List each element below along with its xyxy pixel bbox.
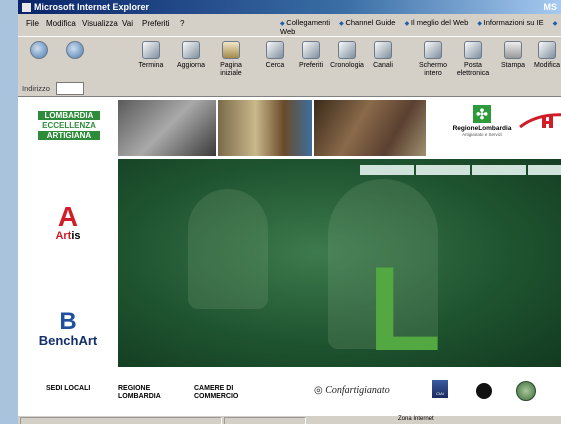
artis-logo[interactable]: A Artis bbox=[48, 201, 88, 243]
edit-icon bbox=[538, 41, 556, 59]
web-page: LOMBARDIA ECCELLENZA ARTIGIANA ✣ Regione… bbox=[18, 97, 561, 415]
favorites-icon bbox=[302, 41, 320, 59]
nav-item-3[interactable] bbox=[472, 165, 526, 175]
nav-item-2[interactable] bbox=[416, 165, 470, 175]
forward-button[interactable] bbox=[58, 41, 92, 62]
ciai-logo[interactable]: CIAI bbox=[432, 380, 448, 398]
footer: SEDI LOCALI REGIONE LOMBARDIA CAMERE DI … bbox=[18, 367, 561, 415]
links-label[interactable]: Collegamenti bbox=[280, 18, 330, 27]
rosa-camuna-icon: ✣ bbox=[473, 105, 491, 123]
nav-item-1[interactable] bbox=[360, 165, 414, 175]
home-button[interactable]: Pagina iniziale bbox=[214, 41, 248, 78]
history-button[interactable]: Cronologia bbox=[330, 41, 364, 70]
links-bar: Collegamenti Channel Guide Il meglio del… bbox=[280, 18, 561, 36]
back-button[interactable] bbox=[22, 41, 56, 62]
workshop-photo bbox=[118, 100, 216, 156]
back-arrow-icon bbox=[30, 41, 48, 59]
window-title: Microsoft Internet Explorer bbox=[34, 2, 150, 12]
menu-go[interactable]: Vai bbox=[122, 19, 133, 28]
address-label: Indirizzo bbox=[22, 84, 50, 93]
refresh-icon bbox=[182, 41, 200, 59]
footer-link-regione-lombardia[interactable]: REGIONE LOMBARDIA bbox=[118, 385, 166, 401]
red-partner-logo[interactable] bbox=[518, 111, 561, 133]
black-circle-logo[interactable] bbox=[476, 383, 492, 399]
fullscreen-button[interactable]: Schermo intero bbox=[416, 41, 450, 78]
search-button[interactable]: Cerca bbox=[258, 41, 292, 70]
mail-icon bbox=[464, 41, 482, 59]
link-channel-guide[interactable]: Channel Guide bbox=[339, 18, 395, 27]
footer-link-sedi-locali[interactable]: SEDI LOCALI bbox=[46, 385, 90, 393]
hero-banner: L bbox=[118, 159, 561, 367]
browser-window: Microsoft Internet Explorer MS File Modi… bbox=[18, 0, 561, 424]
edit-button[interactable]: Modifica bbox=[530, 41, 561, 70]
header-photo-strip bbox=[118, 97, 448, 159]
menu-favorites[interactable]: Preferiti bbox=[142, 19, 170, 28]
print-button[interactable]: Stampa bbox=[496, 41, 530, 70]
title-bar: Microsoft Internet Explorer MS bbox=[18, 0, 561, 14]
artis-mark-icon: A bbox=[57, 201, 79, 232]
hero-letter: L bbox=[368, 242, 442, 367]
regione-lombardia-logo[interactable]: ✣ RegioneLombardia Artigianato e Servizi bbox=[450, 105, 514, 137]
menu-help[interactable]: ? bbox=[180, 19, 184, 28]
history-icon bbox=[338, 41, 356, 59]
emblem-logo[interactable] bbox=[516, 381, 536, 401]
footer-link-camere-di-commercio[interactable]: CAMERE DI COMMERCIO bbox=[194, 385, 250, 401]
channels-icon bbox=[374, 41, 392, 59]
benchart-logo[interactable]: B BenchArt bbox=[32, 308, 104, 349]
menu-edit[interactable]: Modifica bbox=[46, 19, 76, 28]
mail-button[interactable]: Posta elettronica bbox=[456, 41, 490, 78]
artisan-figure-left bbox=[188, 189, 268, 309]
home-icon bbox=[222, 41, 240, 59]
menu-view[interactable]: Visualizza bbox=[82, 19, 118, 28]
status-bar: Zona Internet bbox=[18, 415, 561, 424]
address-bar: Indirizzo bbox=[18, 80, 561, 97]
nav-item-4[interactable] bbox=[528, 165, 561, 175]
print-icon bbox=[504, 41, 522, 59]
status-text-cell bbox=[20, 417, 222, 424]
ie-icon bbox=[21, 2, 32, 13]
artisans-photo bbox=[218, 100, 312, 156]
toolbar: Termina Aggiorna Pagina iniziale Cerca P… bbox=[18, 36, 561, 82]
favorites-button[interactable]: Preferiti bbox=[294, 41, 328, 70]
fullscreen-icon bbox=[424, 41, 442, 59]
status-progress-cell bbox=[224, 417, 306, 424]
confartigianato-logo[interactable]: Confartigianato bbox=[314, 385, 389, 396]
link-ie-info[interactable]: Informazioni su IE bbox=[477, 18, 543, 27]
stop-icon bbox=[142, 41, 160, 59]
forward-arrow-icon bbox=[66, 41, 84, 59]
address-input[interactable] bbox=[56, 82, 84, 95]
title-bar-right-text: MS bbox=[543, 2, 558, 12]
top-nav-bar bbox=[360, 165, 561, 175]
sidebar: A Artis B BenchArt bbox=[18, 159, 118, 367]
stop-button[interactable]: Termina bbox=[134, 41, 168, 70]
channels-button[interactable]: Canali bbox=[366, 41, 400, 70]
search-icon bbox=[266, 41, 284, 59]
lombardia-eccellenza-artigiana-logo[interactable]: LOMBARDIA ECCELLENZA ARTIGIANA bbox=[38, 111, 100, 141]
menu-bar: File Modifica Visualizza Vai Preferiti ?… bbox=[18, 14, 561, 36]
menu-file[interactable]: File bbox=[26, 19, 39, 28]
benchart-mark-icon: B bbox=[59, 308, 77, 335]
link-best-of-web[interactable]: Il meglio del Web bbox=[405, 18, 469, 27]
refresh-button[interactable]: Aggiorna bbox=[174, 41, 208, 70]
security-zone: Zona Internet bbox=[398, 416, 434, 422]
craftswoman-photo bbox=[314, 100, 426, 156]
